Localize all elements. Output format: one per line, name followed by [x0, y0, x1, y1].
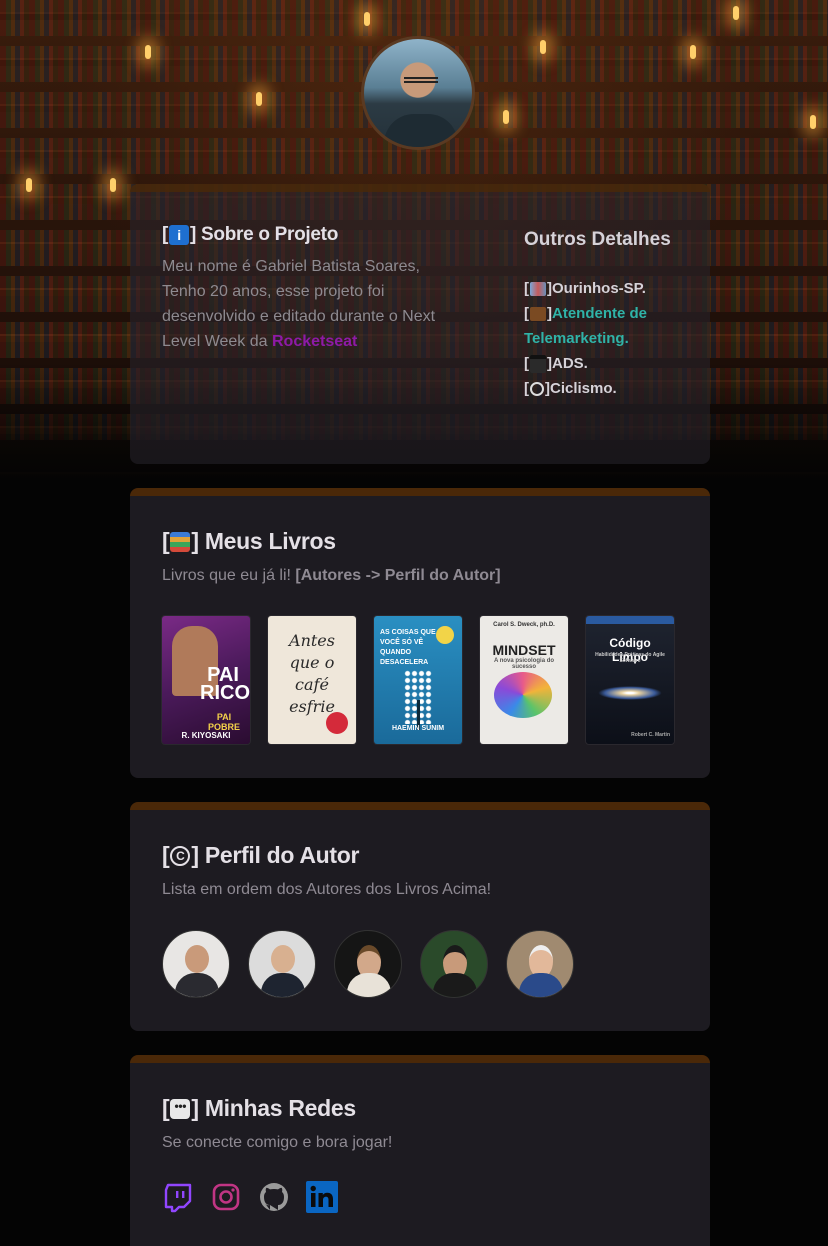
book-list: PAI RICO PAI POBRE R. KIYOSAKI Antes que…: [162, 616, 674, 744]
copyright-icon: C: [170, 845, 191, 866]
authors-title: [ C ] Perfil do Autor: [162, 842, 360, 868]
book-cover[interactable]: PAI RICO PAI POBRE R. KIYOSAKI: [162, 616, 250, 744]
about-title: [ i ] Sobre o Projeto: [162, 224, 339, 245]
social-subtitle: Se conecte comigo e bora jogar!: [162, 1134, 393, 1151]
details-list: []Ourinhos-SP. []Atendente de Telemarket…: [524, 276, 684, 401]
about-description: Meu nome é Gabriel Batista Soares, Tenho…: [162, 258, 436, 350]
github-icon[interactable]: [258, 1181, 290, 1213]
social-title: [ ••• ] Minhas Redes: [162, 1095, 356, 1121]
detail-city: []Ourinhos-SP.: [524, 280, 646, 297]
city-icon: [530, 282, 546, 297]
twitch-icon[interactable]: [162, 1181, 194, 1213]
social-links: [162, 1181, 338, 1213]
graduation-cap-icon: [530, 355, 546, 374]
profile-avatar: [361, 36, 475, 150]
speech-bubble-icon: •••: [170, 1098, 191, 1119]
other-details: Outros Detalhes []Ourinhos-SP. []Atenden…: [524, 224, 684, 401]
author-avatar[interactable]: [248, 930, 316, 998]
book-cover[interactable]: AS COISAS QUE VOCÊ SÓ VÊ QUANDO DESACELE…: [374, 616, 462, 744]
authors-subtitle: Lista em ordem dos Autores dos Livros Ac…: [162, 881, 492, 898]
social-card: [ ••• ] Minhas Redes Se conecte comigo e…: [130, 1055, 710, 1246]
author-list: [162, 930, 574, 998]
about-card: [ i ] Sobre o Projeto Meu nome é Gabriel…: [130, 184, 710, 464]
about-section: [ i ] Sobre o Projeto Meu nome é Gabriel…: [162, 224, 462, 354]
briefcase-icon: [530, 307, 546, 322]
books-card: [ ] Meus Livros Livros que eu já li! [Au…: [130, 488, 710, 778]
books-subtitle: Livros que eu já li! [Autores -> Perfil …: [162, 567, 501, 584]
author-avatar[interactable]: [162, 930, 230, 998]
other-details-title: Outros Detalhes: [524, 229, 671, 250]
book-cover[interactable]: Carol S. Dweck, ph.D. MINDSET A nova psi…: [480, 616, 568, 744]
book-cover[interactable]: Antes que o café esfrie: [268, 616, 356, 744]
detail-education: []ADS.: [524, 355, 588, 374]
rocketseat-link[interactable]: Rocketseat: [272, 333, 357, 350]
author-avatar[interactable]: [506, 930, 574, 998]
books-title: [ ] Meus Livros: [162, 528, 336, 554]
bicycle-icon: [530, 382, 544, 397]
detail-hobby: []Ciclismo.: [524, 380, 617, 397]
books-icon: [170, 531, 191, 552]
info-icon: i: [169, 225, 190, 245]
detail-job: []Atendente de Telemarketing.: [524, 305, 648, 347]
book-cover[interactable]: Código Limpo Habilidades Práticas do Agi…: [586, 616, 674, 744]
author-avatar[interactable]: [334, 930, 402, 998]
author-avatar[interactable]: [420, 930, 488, 998]
instagram-icon[interactable]: [210, 1181, 242, 1213]
authors-card: [ C ] Perfil do Autor Lista em ordem dos…: [130, 802, 710, 1031]
linkedin-icon[interactable]: [306, 1181, 338, 1213]
